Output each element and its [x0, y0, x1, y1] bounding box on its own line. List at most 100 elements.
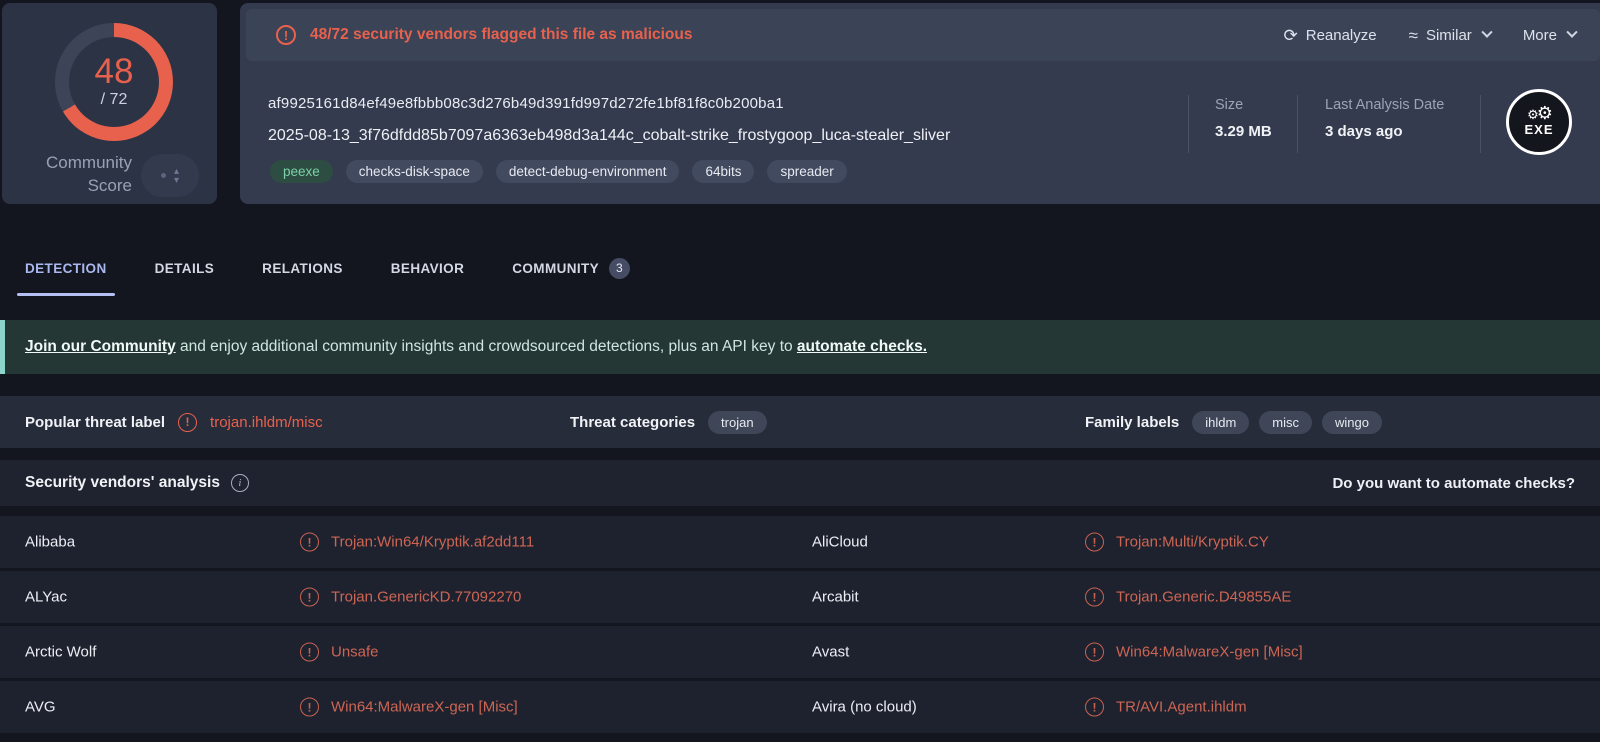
- detection-result-text: Win64:MalwareX-gen [Misc]: [331, 699, 518, 716]
- join-community-link[interactable]: Join our Community: [25, 338, 176, 355]
- vendors-table: Alibaba ! Trojan:Win64/Kryptik.af2dd111 …: [0, 516, 1600, 736]
- detection-exclamation-icon: !: [300, 588, 319, 607]
- table-row: Alibaba ! Trojan:Win64/Kryptik.af2dd111 …: [0, 516, 1600, 568]
- table-row: ALYac ! Trojan.GenericKD.77092270 Arcabi…: [0, 571, 1600, 623]
- vendor-result: ! Trojan.Generic.D49855AE: [1085, 588, 1291, 607]
- automate-checks-link[interactable]: automate checks.: [797, 338, 927, 355]
- threat-categories-group: Threat categories trojan: [570, 396, 767, 448]
- community-score-label-line2: Score: [2, 174, 132, 197]
- join-community-banner: Join our Community and enjoy additional …: [0, 320, 1600, 374]
- last-analysis-date-value: 3 days ago: [1325, 123, 1403, 140]
- info-icon[interactable]: i: [231, 474, 249, 492]
- vendor-result: ! Trojan:Multi/Kryptik.CY: [1085, 533, 1269, 552]
- detection-exclamation-icon: !: [300, 698, 319, 717]
- file-header-card: ! 48/72 security vendors flagged this fi…: [240, 3, 1600, 204]
- vendor-result: ! TR/AVI.Agent.ihldm: [1085, 698, 1247, 717]
- vendor-result: ! Win64:MalwareX-gen [Misc]: [1085, 643, 1303, 662]
- vendor-result: ! Trojan:Win64/Kryptik.af2dd111: [300, 533, 534, 552]
- community-count-badge: 3: [609, 258, 630, 279]
- family-label-wingo[interactable]: wingo: [1322, 411, 1382, 434]
- filetype-label: EXE: [1524, 122, 1553, 137]
- similar-button[interactable]: ≈ Similar: [1409, 27, 1491, 44]
- file-tags: peexe checks-disk-space detect-debug-env…: [270, 160, 847, 183]
- tab-details-label: DETAILS: [155, 261, 215, 276]
- tab-details[interactable]: DETAILS: [155, 240, 215, 296]
- divider: [1188, 95, 1189, 153]
- chevron-down-icon: [1566, 27, 1577, 38]
- detection-exclamation-icon: !: [1085, 698, 1104, 717]
- tag-checks-disk-space[interactable]: checks-disk-space: [346, 160, 483, 183]
- header-actions: ⟳ Reanalyze ≈ Similar More: [1283, 27, 1576, 44]
- detection-exclamation-icon: !: [1085, 588, 1104, 607]
- detection-result-text: TR/AVI.Agent.ihldm: [1116, 699, 1247, 716]
- detection-exclamation-icon: !: [300, 533, 319, 552]
- reanalyze-label: Reanalyze: [1306, 27, 1377, 44]
- reanalyze-icon: ⟳: [1283, 27, 1297, 44]
- tab-behavior[interactable]: BEHAVIOR: [391, 240, 464, 296]
- family-label-misc[interactable]: misc: [1259, 411, 1312, 434]
- detection-exclamation-icon: !: [300, 643, 319, 662]
- vendor-name: Arctic Wolf: [25, 644, 96, 661]
- size-label: Size: [1215, 97, 1243, 113]
- filetype-exe-icon: ⚙⚙ EXE: [1506, 89, 1572, 155]
- vote-down-icon[interactable]: ▾: [174, 176, 179, 185]
- score-value: 48: [95, 55, 134, 89]
- community-score-label: Community Score: [2, 151, 132, 197]
- threat-category-trojan[interactable]: trojan: [708, 411, 767, 434]
- automate-checks-prompt[interactable]: Do you want to automate checks?: [1332, 475, 1575, 492]
- divider: [1297, 95, 1298, 153]
- family-labels-group: Family labels ihldm misc wingo: [1085, 396, 1382, 448]
- tab-community[interactable]: COMMUNITY 3: [512, 240, 630, 296]
- detection-exclamation-icon: !: [1085, 643, 1104, 662]
- threat-info-row: Popular threat label ! trojan.ihldm/misc…: [0, 396, 1600, 448]
- alert-exclamation-icon: !: [276, 25, 296, 45]
- family-label-pills: ihldm misc wingo: [1192, 411, 1382, 434]
- detection-result-text: Trojan:Multi/Kryptik.CY: [1116, 534, 1269, 551]
- similar-icon: ≈: [1409, 27, 1418, 44]
- vendor-result: ! Win64:MalwareX-gen [Misc]: [300, 698, 518, 717]
- score-total: / 72: [101, 91, 128, 109]
- popular-threat-label-group: Popular threat label ! trojan.ihldm/misc: [25, 396, 323, 448]
- community-vote-widget[interactable]: ▴ ▾: [141, 154, 199, 197]
- family-label-ihldm[interactable]: ihldm: [1192, 411, 1249, 434]
- table-row: Arctic Wolf ! Unsafe Avast ! Win64:Malwa…: [0, 626, 1600, 678]
- popular-threat-label-title: Popular threat label: [25, 414, 165, 431]
- security-vendors-header: Security vendors' analysis i Do you want…: [0, 460, 1600, 506]
- tag-spreader[interactable]: spreader: [767, 160, 846, 183]
- reanalyze-button[interactable]: ⟳ Reanalyze: [1283, 27, 1376, 44]
- detection-result-text: Trojan.GenericKD.77092270: [331, 589, 521, 606]
- vote-dot-icon: [161, 173, 166, 178]
- vendor-name: Avast: [812, 644, 849, 661]
- tag-peexe[interactable]: peexe: [270, 160, 333, 183]
- main-tab-bar: DETECTION DETAILS RELATIONS BEHAVIOR COM…: [0, 240, 1600, 296]
- alert-message: ! 48/72 security vendors flagged this fi…: [276, 25, 692, 45]
- table-row: AVG ! Win64:MalwareX-gen [Misc] Avira (n…: [0, 681, 1600, 733]
- community-score-label-line1: Community: [2, 151, 132, 174]
- tab-community-label: COMMUNITY: [512, 261, 599, 276]
- security-vendors-title: Security vendors' analysis: [25, 474, 220, 492]
- file-name: 2025-08-13_3f76dfdd85b7097a6363eb498d3a1…: [268, 127, 950, 145]
- detection-score-donut: 48 / 72: [55, 23, 173, 141]
- detection-result-text: Trojan.Generic.D49855AE: [1116, 589, 1291, 606]
- vendor-name: Avira (no cloud): [812, 699, 917, 716]
- donut-hole: 48 / 72: [69, 37, 159, 127]
- tag-detect-debug-environment[interactable]: detect-debug-environment: [496, 160, 680, 183]
- detection-result-text: Unsafe: [331, 644, 379, 661]
- file-sha256-hash: af9925161d84ef49e8fbbb08c3d276b49d391fd9…: [268, 95, 784, 112]
- threat-categories-title: Threat categories: [570, 414, 695, 431]
- detection-result-text: Trojan:Win64/Kryptik.af2dd111: [331, 534, 534, 551]
- last-analysis-date-label: Last Analysis Date: [1325, 97, 1444, 113]
- gear-icon: ⚙⚙: [1527, 107, 1551, 121]
- vendor-name: ALYac: [25, 589, 67, 606]
- vote-carets[interactable]: ▴ ▾: [174, 167, 179, 185]
- tag-64bits[interactable]: 64bits: [692, 160, 754, 183]
- more-button[interactable]: More: [1523, 27, 1576, 44]
- vendor-name: Arcabit: [812, 589, 859, 606]
- tab-relations[interactable]: RELATIONS: [262, 240, 343, 296]
- tab-detection-label: DETECTION: [25, 261, 107, 276]
- detection-exclamation-icon: !: [1085, 533, 1104, 552]
- detection-result-text: Win64:MalwareX-gen [Misc]: [1116, 644, 1303, 661]
- similar-label: Similar: [1426, 27, 1472, 44]
- popular-threat-label-value: trojan.ihldm/misc: [210, 414, 323, 431]
- tab-detection[interactable]: DETECTION: [25, 240, 107, 296]
